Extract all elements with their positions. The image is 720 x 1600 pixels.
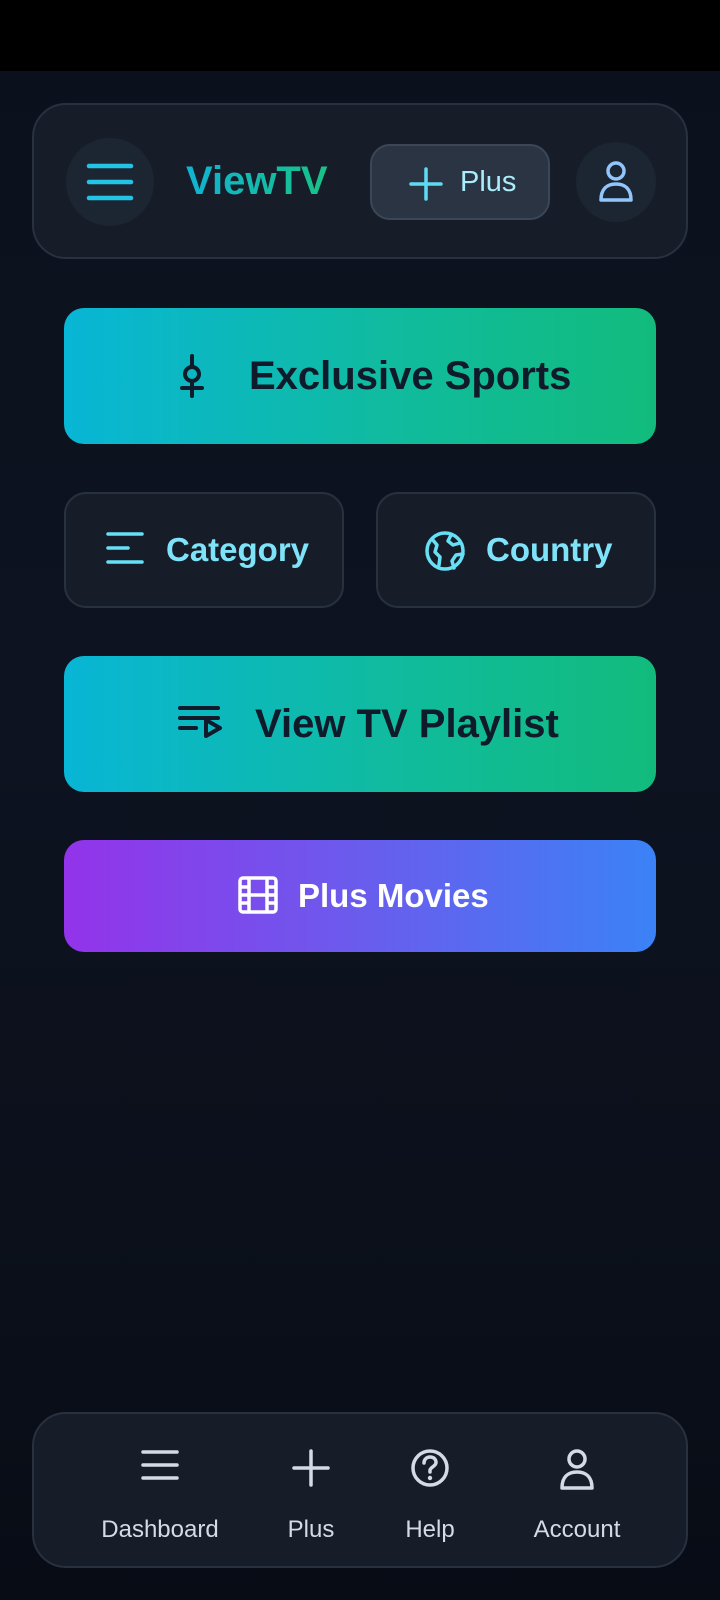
menu-button[interactable] bbox=[66, 138, 154, 226]
nav-help-label: Help bbox=[405, 1516, 455, 1543]
nav-plus[interactable]: Plus bbox=[276, 1432, 346, 1552]
playlist-label: View TV Playlist bbox=[255, 702, 559, 746]
user-icon bbox=[560, 1449, 594, 1490]
category-list-icon bbox=[106, 532, 144, 564]
app-title: ViewTV bbox=[186, 153, 328, 209]
sports-icon bbox=[180, 354, 204, 398]
nav-dashboard[interactable]: Dashboard bbox=[96, 1432, 224, 1552]
help-circle-icon bbox=[411, 1449, 449, 1487]
view-tv-playlist-button[interactable]: View TV Playlist bbox=[64, 656, 656, 792]
menu-icon bbox=[141, 1450, 179, 1480]
account-button[interactable] bbox=[576, 142, 656, 222]
nav-account[interactable]: Account bbox=[512, 1432, 642, 1552]
plus-movies-button[interactable]: Plus Movies bbox=[64, 840, 656, 952]
nav-help[interactable]: Help bbox=[394, 1432, 466, 1552]
country-label: Country bbox=[486, 531, 613, 568]
nav-plus-label: Plus bbox=[287, 1516, 335, 1543]
exclusive-sports-button[interactable]: Exclusive Sports bbox=[64, 308, 656, 444]
country-button[interactable]: Country bbox=[376, 492, 656, 608]
user-icon bbox=[599, 161, 633, 202]
plus-icon bbox=[409, 167, 443, 201]
category-button[interactable]: Category bbox=[64, 492, 344, 608]
sports-label: Exclusive Sports bbox=[249, 354, 572, 398]
nav-dashboard-label: Dashboard bbox=[101, 1516, 219, 1543]
menu-icon bbox=[86, 163, 134, 201]
status-bar bbox=[0, 0, 720, 71]
plus-icon bbox=[292, 1449, 330, 1487]
globe-icon bbox=[425, 531, 465, 571]
playlist-icon bbox=[178, 706, 222, 738]
plus-button-label: Plus bbox=[460, 166, 517, 198]
bottom-navigation: Dashboard Plus Help Account bbox=[32, 1412, 688, 1568]
movies-label: Plus Movies bbox=[298, 877, 489, 914]
category-label: Category bbox=[166, 531, 310, 568]
film-icon bbox=[238, 876, 278, 914]
plus-button[interactable]: Plus bbox=[370, 144, 550, 220]
top-app-bar: ViewTV Plus bbox=[32, 103, 688, 259]
nav-account-label: Account bbox=[533, 1516, 621, 1543]
